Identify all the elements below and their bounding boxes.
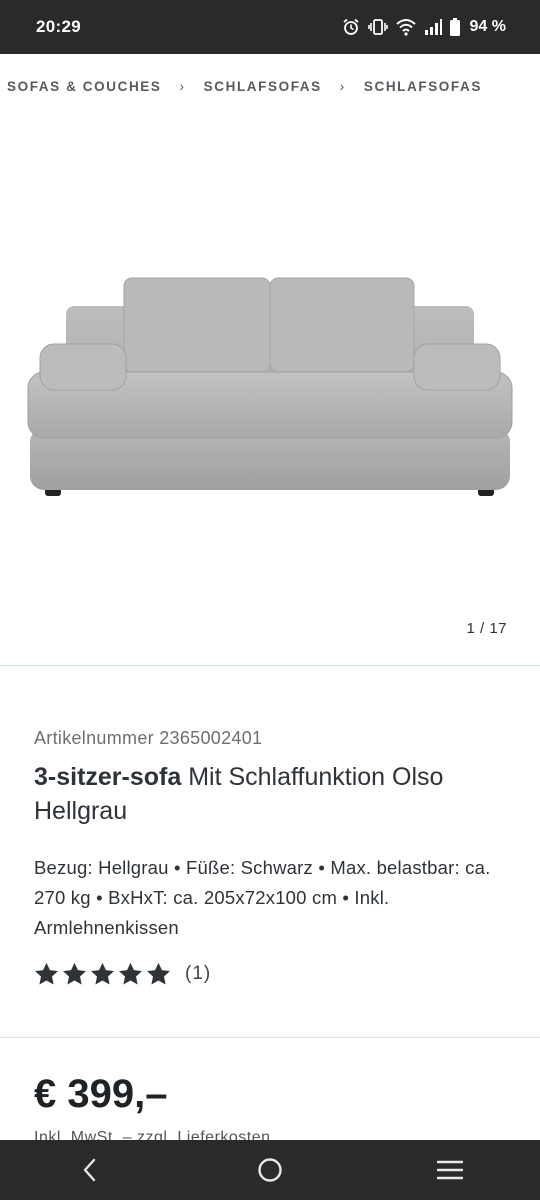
rating-count[interactable]: (1) [185, 963, 211, 985]
breadcrumb-item-schlafsofas[interactable]: SCHLAFSOFAS [204, 79, 322, 94]
back-icon [83, 1158, 96, 1182]
wifi-icon [395, 18, 416, 36]
status-icons: 94 % [342, 18, 506, 36]
chevron-right-icon: › [179, 78, 186, 94]
product-image[interactable] [0, 110, 540, 666]
battery-percent: 94 % [469, 18, 506, 35]
battery-icon [449, 18, 460, 36]
divider [0, 1037, 540, 1038]
star-icon [119, 962, 142, 985]
breadcrumb-item-schlafsofas-current[interactable]: SCHLAFSOFAS [364, 79, 482, 94]
star-icon [35, 962, 58, 985]
rating[interactable]: (1) [34, 962, 211, 986]
image-counter: 1 / 17 [466, 620, 507, 637]
back-button[interactable] [50, 1140, 130, 1200]
star-icon [91, 962, 114, 985]
price: € 399,– [34, 1072, 168, 1116]
chevron-right-icon: › [339, 78, 346, 94]
star-icon [63, 962, 86, 985]
rating-stars [34, 962, 171, 986]
system-nav-bar [0, 1140, 540, 1200]
breadcrumb-item-sofas-couches[interactable]: SOFAS & COUCHES [7, 79, 162, 94]
breadcrumb: SOFAS & COUCHES › SCHLAFSOFAS › SCHLAFSO… [7, 76, 482, 96]
vibrate-icon [367, 18, 388, 36]
star-icon [147, 962, 170, 985]
status-bar: 20:29 94 % [0, 0, 540, 54]
status-time: 20:29 [36, 17, 81, 36]
article-number: Artikelnummer 2365002401 [34, 728, 263, 748]
signal-icon [424, 19, 442, 35]
divider [0, 665, 540, 666]
product-title-type: 3-sitzer-sofa [34, 763, 182, 791]
product-specs: Bezug: Hellgrau • Füße: Schwarz • Max. b… [34, 857, 491, 938]
recents-icon [437, 1160, 463, 1180]
price-note[interactable]: Inkl. MwSt. – zzgl. Lieferkosten [34, 1129, 271, 1140]
home-icon [258, 1158, 282, 1182]
product-title: 3-sitzer-sofa Mit Schlaffunktion Olso He… [34, 760, 504, 828]
product-image-gallery[interactable] [0, 110, 540, 666]
alarm-icon [342, 18, 360, 36]
recents-button[interactable] [410, 1140, 490, 1200]
home-button[interactable] [230, 1140, 310, 1200]
